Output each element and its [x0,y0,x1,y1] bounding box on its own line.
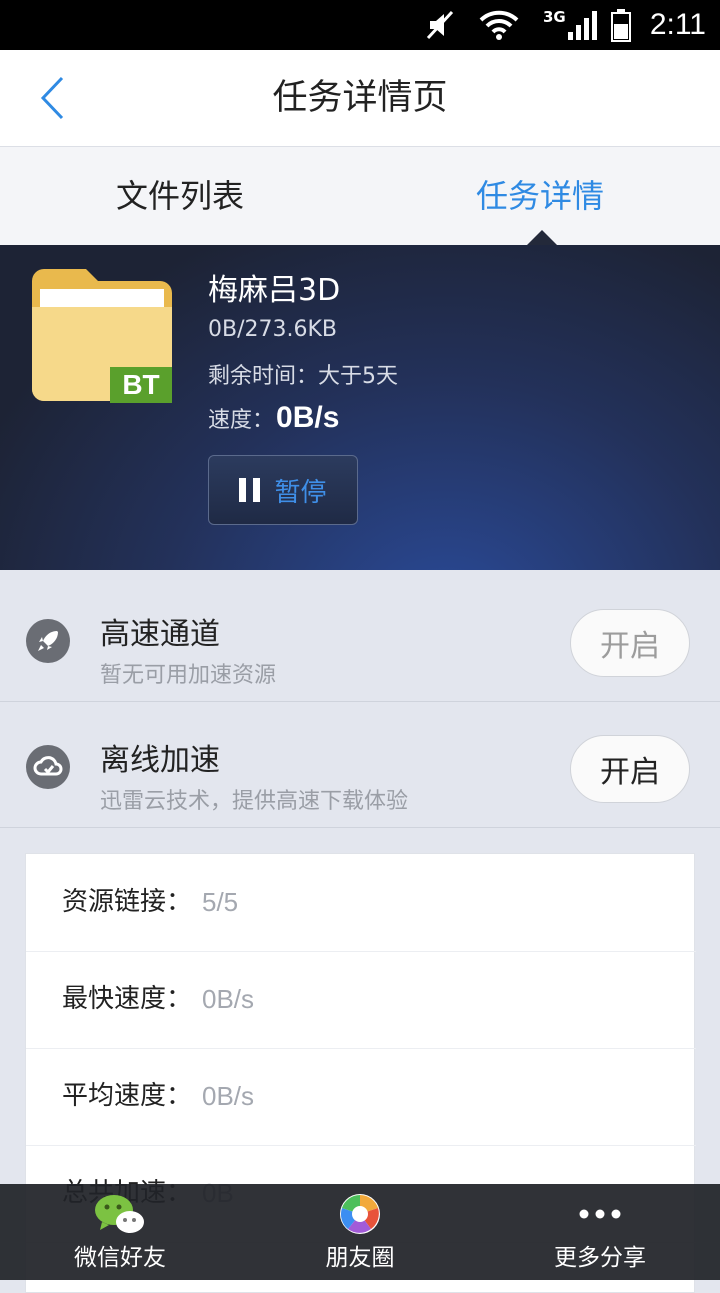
stat-value: 0B/s [202,984,255,1014]
offline-acceleration-row: 离线加速 迅雷云技术，提供高速下载体验 开启 [0,705,720,828]
stat-row-fastest-speed: 最快速度： 0B/s [26,951,696,1049]
tab-bar: 文件列表 任务详情 [0,147,720,245]
pause-button[interactable]: 暂停 [208,455,358,525]
speed-label: 速度： [208,408,275,433]
stat-row-average-speed: 平均速度： 0B/s [26,1048,696,1146]
share-label: 朋友圈 [325,1245,395,1271]
signal-icon [566,0,598,50]
status-bar: 3G 2:11 [0,0,720,50]
share-more[interactable]: 更多分享 [480,1184,720,1280]
feature-subtitle: 迅雷云技术，提供高速下载体验 [100,789,409,814]
enable-offline-acceleration-button[interactable]: 开启 [570,735,690,803]
task-card: BT 梅麻吕3D 0B/273.6KB 剩余时间：大于5天 速度： 0B/s 暂… [0,245,720,570]
pause-icon [239,478,261,502]
enable-high-speed-button[interactable]: 开启 [570,609,690,677]
stat-value: 0B/s [202,1081,255,1111]
more-icon [480,1192,720,1236]
speed-value: 0B/s [276,401,340,434]
task-size: 0B/273.6KB [208,317,338,342]
pause-label: 暂停 [274,477,327,508]
active-tab-indicator [526,230,558,246]
tab-file-list[interactable]: 文件列表 [0,147,360,245]
feature-title: 离线加速 [100,743,220,778]
remaining-time: 剩余时间：大于5天 [208,364,398,389]
clock: 2:11 [649,8,706,41]
feature-subtitle: 暂无可用加速资源 [100,663,277,688]
cloud-icon [26,745,70,789]
high-speed-channel-row: 高速通道 暂无可用加速资源 开启 [0,579,720,702]
share-bar: 微信好友 朋友圈 更多分享 [0,1184,720,1280]
rocket-icon [26,619,70,663]
stat-label: 最快速度： [62,984,193,1014]
stat-value: 5/5 [202,887,239,917]
battery-icon [610,0,632,50]
share-label: 微信好友 [74,1245,166,1271]
bt-badge: BT [110,367,172,403]
page-title: 任务详情页 [272,78,448,118]
app-header: 任务详情页 [0,50,720,147]
feature-title: 高速通道 [100,617,220,652]
task-name: 梅麻吕3D [208,273,341,308]
share-wechat-friends[interactable]: 微信好友 [0,1184,240,1280]
stat-label: 资源链接： [62,887,193,917]
share-label: 更多分享 [554,1245,646,1271]
speed-row: 速度： 0B/s [208,401,339,435]
wifi-icon [478,0,520,50]
share-moments[interactable]: 朋友圈 [240,1184,480,1280]
moments-icon [240,1192,480,1236]
bt-folder-icon: BT [28,259,176,405]
network-type: 3G [543,8,566,26]
stat-label: 平均速度： [62,1081,193,1111]
stat-row-resource-links: 资源链接： 5/5 [26,854,696,952]
wechat-icon [0,1192,240,1236]
mute-icon [424,0,458,50]
